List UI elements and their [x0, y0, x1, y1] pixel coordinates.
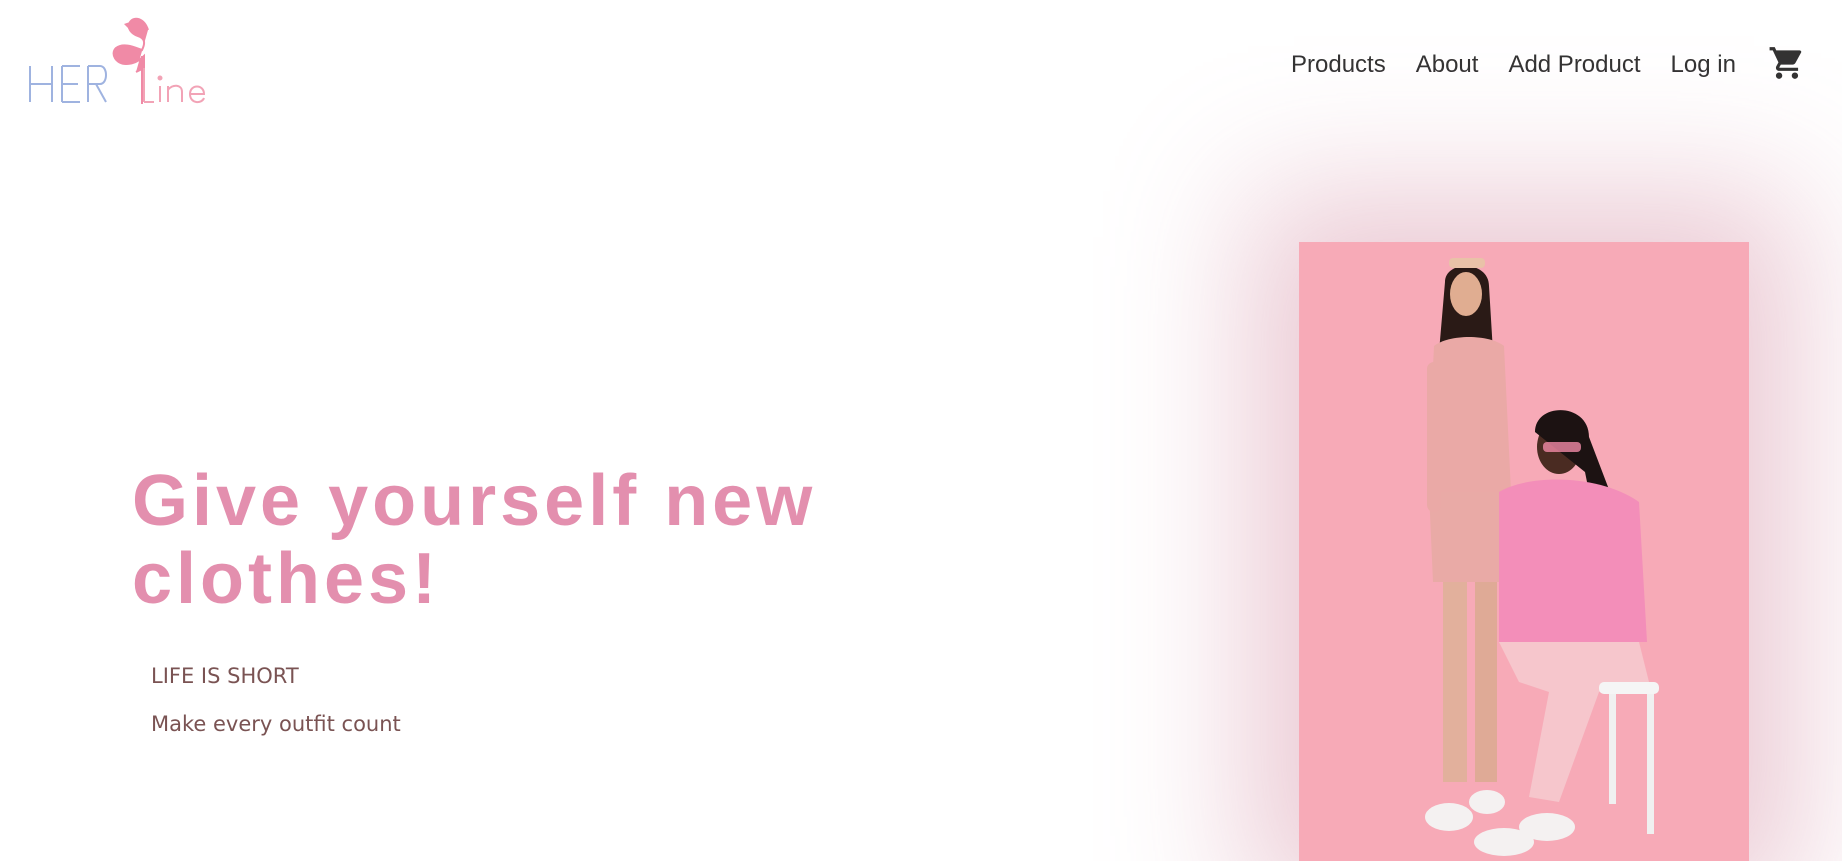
hero-tagline: LIFE IS SHORT — [151, 664, 299, 688]
hero-image — [1299, 242, 1749, 861]
shopping-cart-icon[interactable] — [1768, 44, 1806, 82]
nav-add-product-link[interactable]: Add Product — [1508, 48, 1640, 82]
nav-products-link[interactable]: Products — [1291, 48, 1386, 82]
nav-about-link[interactable]: About — [1416, 48, 1479, 82]
flamingo-logo-icon — [29, 17, 206, 104]
page: Products About Add Product Log in Give y… — [0, 0, 1842, 861]
main-nav: Products About Add Product Log in — [1291, 48, 1766, 82]
hero-subtagline: Make every outfit count — [151, 712, 401, 736]
nav-login-link[interactable]: Log in — [1671, 48, 1736, 82]
hero-title: Give yourself new clothes! — [132, 461, 817, 619]
brand-logo[interactable] — [26, 8, 208, 106]
